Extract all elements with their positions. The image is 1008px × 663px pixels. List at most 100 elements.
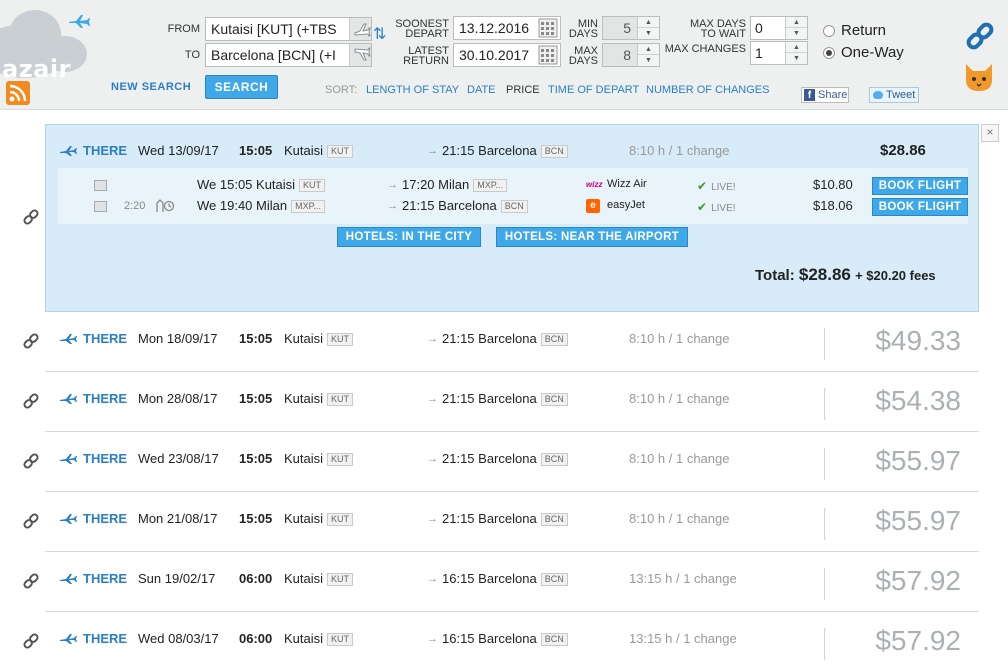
to-input-value: Barcelona [BCN] (+I	[211, 47, 336, 63]
airport-code: MXP...	[291, 200, 325, 214]
stepper-up-icon[interactable]: ▲	[786, 42, 807, 53]
arrive-info: 21:15 Barcelona BCN	[442, 331, 568, 347]
airport-code: KUT	[327, 333, 354, 347]
flight-date: Mon 18/09/17	[138, 331, 218, 346]
stepper-up-icon[interactable]: ▲	[786, 17, 807, 28]
arrow-right-icon: →	[427, 393, 438, 405]
from-input[interactable]: Kutaisi [KUT] (+TBS	[205, 17, 372, 41]
link-icon[interactable]	[22, 632, 40, 650]
airport-picker-icon[interactable]	[349, 44, 371, 66]
easyjet-logo: e	[586, 199, 600, 213]
sort-time-of-depart[interactable]: TIME OF DEPART	[548, 84, 639, 96]
book-flight-button[interactable]: BOOK FLIGHT	[872, 198, 968, 216]
stepper-down-icon[interactable]: ▼	[638, 28, 659, 39]
new-search-link[interactable]: NEW SEARCH	[111, 81, 191, 93]
sort-date[interactable]: DATE	[467, 84, 496, 96]
flight-date: Mon 21/08/17	[138, 511, 218, 526]
min-days-stepper[interactable]: 5 ▲ ▼	[602, 16, 660, 40]
plane-icon	[60, 454, 77, 464]
airport-code: KUT	[327, 633, 354, 647]
radio-return[interactable]	[823, 24, 835, 37]
search-button[interactable]: SEARCH	[205, 75, 278, 99]
search-header: azair FROM Kutaisi [KUT] (+TBS TO Barcel…	[0, 0, 1008, 110]
max-days-stepper[interactable]: 8 ▲ ▼	[602, 43, 660, 67]
from-input-value: Kutaisi [KUT] (+TBS	[211, 21, 337, 37]
sort-number-of-changes[interactable]: NUMBER OF CHANGES	[646, 84, 769, 96]
depart-city: Kutaisi KUT	[284, 571, 354, 587]
airport-code: KUT	[327, 513, 354, 527]
direction-label: THERE	[83, 571, 128, 586]
flight-date: Sun 19/02/17	[138, 571, 216, 586]
direction-label: THERE	[83, 331, 128, 346]
hotels-airport-button[interactable]: HOTELS: NEAR THE AIRPORT	[496, 227, 688, 247]
plane-icon	[60, 146, 77, 156]
chain-link-icon[interactable]	[964, 20, 996, 52]
airport-code: KUT	[327, 145, 354, 159]
link-icon[interactable]	[22, 572, 40, 590]
plane-icon	[60, 334, 77, 344]
airport-picker-icon[interactable]	[349, 18, 371, 40]
price-divider	[824, 448, 825, 480]
book-flight-button[interactable]: BOOK FLIGHT	[872, 177, 968, 195]
radio-one-way[interactable]	[823, 46, 835, 59]
airport-code: BCN	[540, 333, 568, 347]
link-icon[interactable]	[22, 452, 40, 470]
max-days-wait-label: MAX DAYS TO WAIT	[689, 18, 746, 40]
swap-icon[interactable]: ⇅	[373, 27, 386, 43]
rss-icon[interactable]	[6, 81, 30, 105]
airport-code: BCN	[540, 633, 568, 647]
depart-time: 15:05	[239, 451, 273, 466]
segment-from: We 19:40 Milan MXP...	[197, 198, 325, 214]
cat-icon[interactable]	[963, 62, 995, 92]
total-price: Total: $28.86 + $20.20 fees	[755, 265, 936, 284]
logo-text[interactable]: azair	[2, 55, 71, 83]
hotels-city-button[interactable]: HOTELS: IN THE CITY	[337, 227, 481, 247]
stepper-up-icon[interactable]: ▲	[638, 17, 659, 28]
stepper-down-icon[interactable]: ▼	[786, 53, 807, 64]
latest-return-input[interactable]: 30.10.2017	[453, 43, 561, 67]
depart-city: Kutaisi KUT	[284, 391, 354, 407]
latest-return-value: 30.10.2017	[459, 47, 530, 63]
calendar-icon[interactable]	[538, 18, 558, 38]
price-divider	[824, 508, 825, 540]
price-divider	[824, 388, 825, 420]
airport-code: BCN	[500, 200, 528, 214]
trip-type-one-way[interactable]: One-Way	[823, 44, 904, 61]
airport-code: KUT	[327, 393, 354, 407]
max-days-wait-stepper[interactable]: 0 ▲ ▼	[750, 16, 808, 40]
soonest-depart-input[interactable]: 13.12.2016	[453, 16, 561, 40]
live-badge: LIVE!	[697, 200, 735, 214]
to-input[interactable]: Barcelona [BCN] (+I	[205, 43, 372, 67]
flight-duration: 13:15 h / 1 change	[629, 571, 737, 586]
flight-date: Wed 23/08/17	[138, 451, 219, 466]
link-icon[interactable]	[22, 392, 40, 410]
link-icon[interactable]	[22, 208, 40, 226]
depart-time: 15:05	[239, 143, 273, 158]
tweet-button[interactable]: Tweet	[869, 87, 919, 103]
flight-duration: 8:10 h / 1 change	[629, 391, 730, 406]
link-icon[interactable]	[22, 512, 40, 530]
close-icon[interactable]: ×	[981, 124, 999, 142]
link-icon[interactable]	[22, 332, 40, 350]
direction-label: THERE	[83, 451, 128, 466]
segment-from: We 15:05 Kutaisi KUT	[197, 177, 326, 193]
price-divider	[824, 568, 825, 600]
flight-price: $55.97	[875, 445, 961, 476]
stepper-down-icon[interactable]: ▼	[638, 55, 659, 66]
airport-code: BCN	[540, 453, 568, 467]
depart-time: 15:05	[239, 511, 273, 526]
trip-type-return[interactable]: Return	[823, 22, 886, 39]
flight-duration: 8:10 h / 1 change	[629, 451, 730, 466]
airport-code: KUT	[327, 573, 354, 587]
airport-code: KUT	[299, 179, 326, 193]
sort-length-of-stay[interactable]: LENGTH OF STAY	[366, 84, 459, 96]
stepper-up-icon[interactable]: ▲	[638, 44, 659, 55]
calendar-icon[interactable]	[538, 45, 558, 65]
trip-type-one-way-label: One-Way	[841, 44, 904, 61]
max-changes-stepper[interactable]: 1 ▲ ▼	[750, 41, 808, 65]
stepper-down-icon[interactable]: ▼	[786, 28, 807, 39]
facebook-share-button[interactable]: Share	[801, 87, 849, 103]
price-divider	[824, 328, 825, 360]
airport-code: BCN	[540, 513, 568, 527]
sort-price[interactable]: PRICE	[506, 84, 540, 96]
